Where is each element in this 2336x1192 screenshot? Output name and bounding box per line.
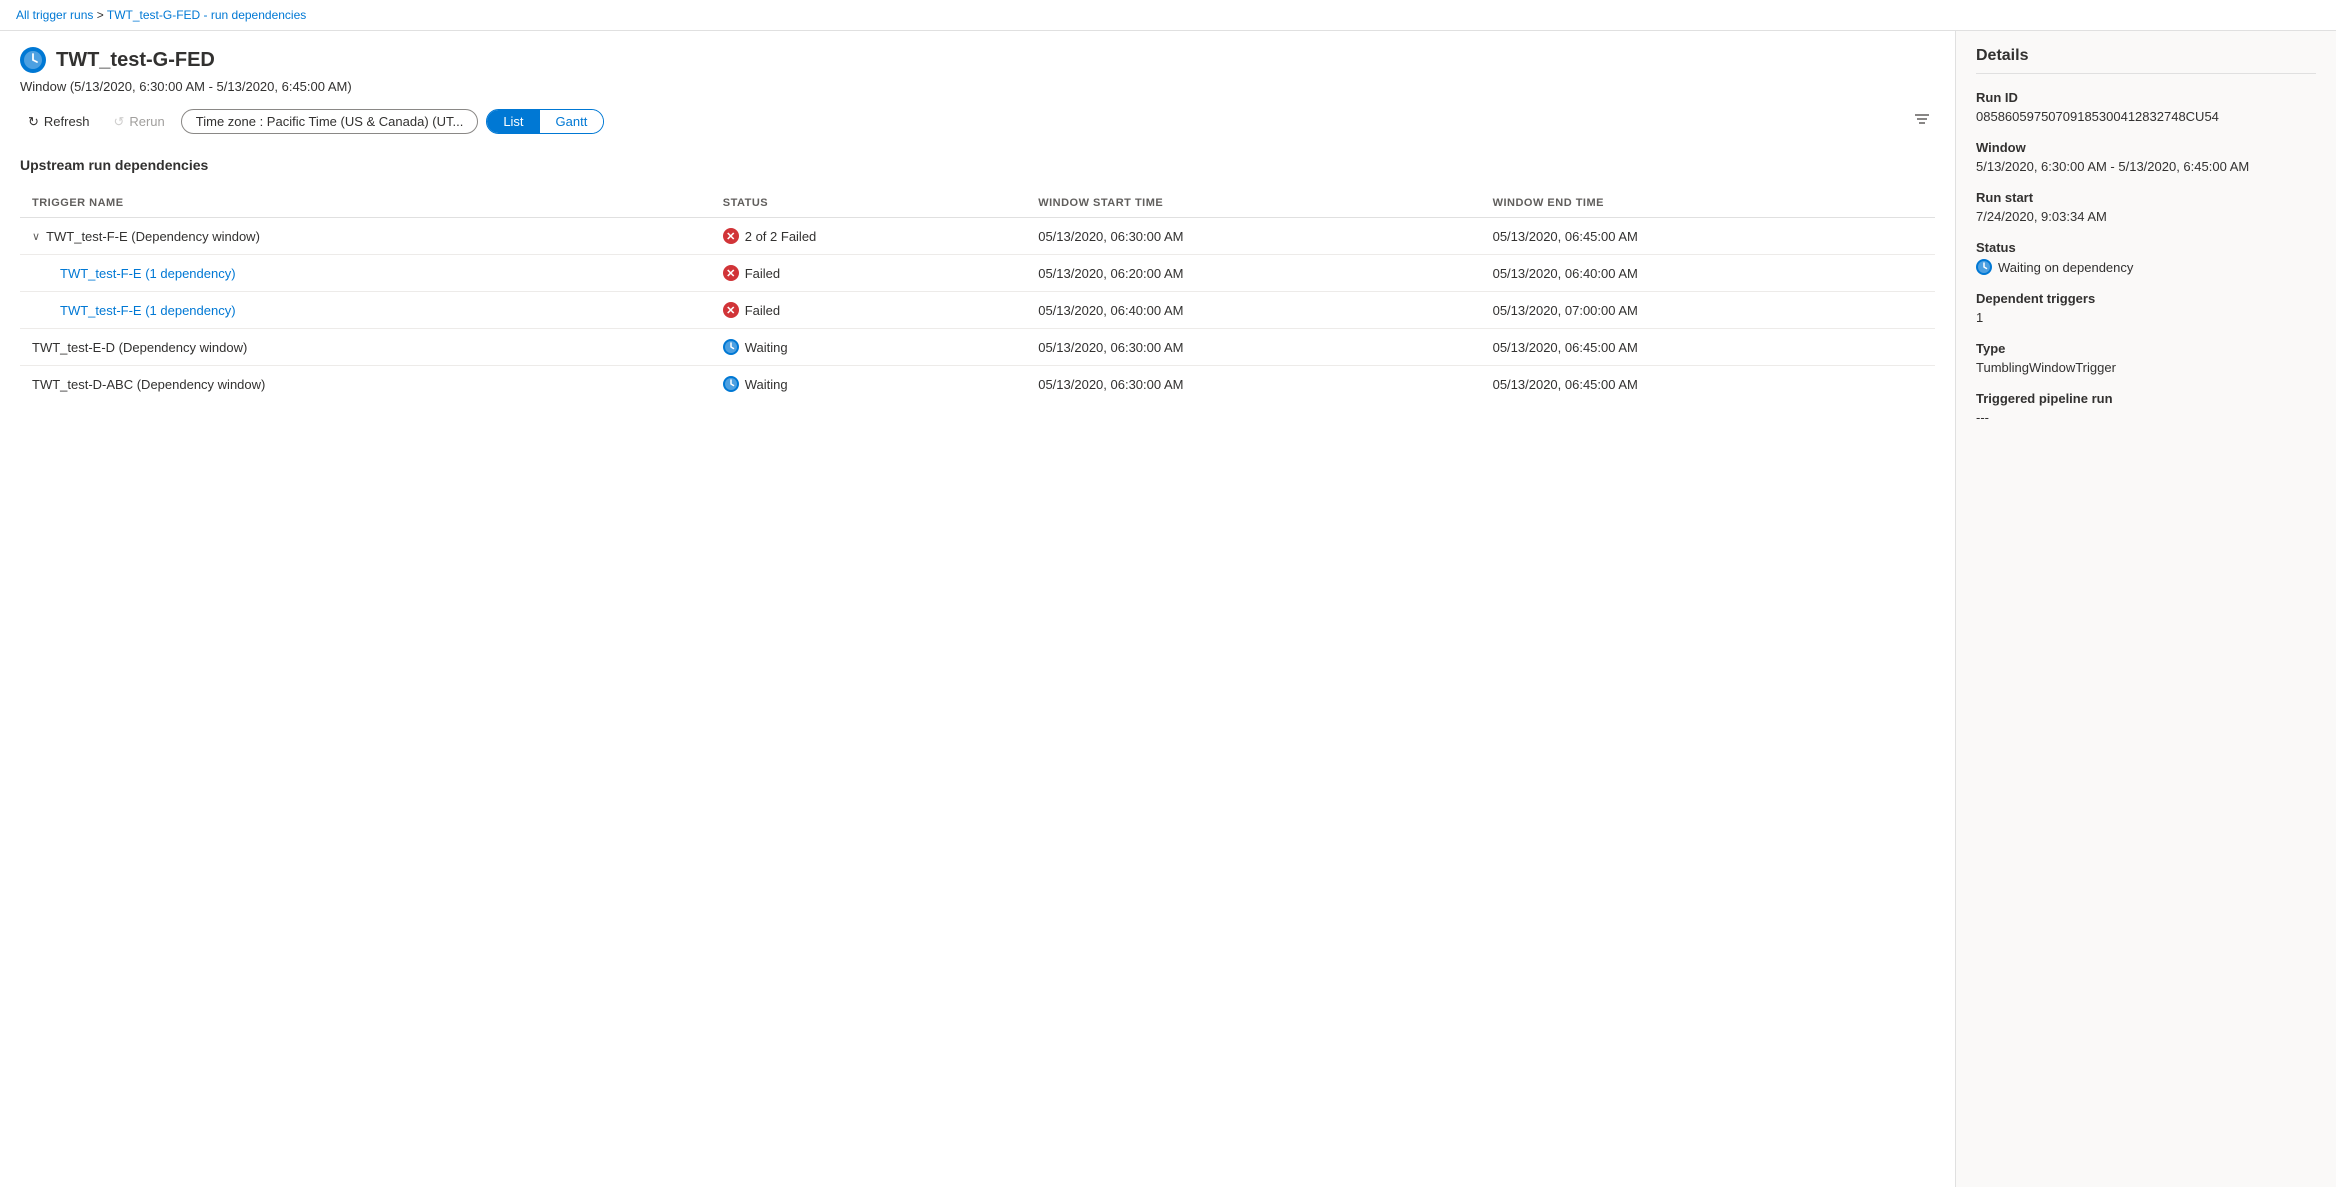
right-panel: Details Run ID 0858605975070918530041283… [1956,31,2336,1187]
filter-icon [1913,110,1931,128]
refresh-button[interactable]: ↻ Refresh [20,110,97,134]
window-end-cell: 05/13/2020, 06:45:00 AM [1481,218,1935,255]
trigger-name-link[interactable]: TWT_test-F-E (1 dependency) [60,266,236,281]
title-waiting-icon [20,47,46,73]
run-start-label: Run start [1976,190,2316,205]
breadcrumb-separator: > [97,8,104,22]
rerun-icon: ↺ [113,114,124,130]
chevron-icon[interactable]: ∨ [32,230,40,243]
breadcrumb: All trigger runs > TWT_test-G-FED - run … [0,0,2336,31]
status-cell: Waiting [711,329,1026,366]
gantt-view-button[interactable]: Gantt [540,110,604,133]
window-end-cell: 05/13/2020, 06:40:00 AM [1481,255,1935,292]
window-label: Window [1976,140,2316,155]
window-start-cell: 05/13/2020, 06:30:00 AM [1026,366,1480,403]
status-text: Failed [745,303,780,318]
type-value: TumblingWindowTrigger [1976,360,2316,375]
trigger-name-link[interactable]: TWT_test-F-E (1 dependency) [60,303,236,318]
toolbar: ↻ Refresh ↺ Rerun Time zone : Pacific Ti… [20,106,1935,137]
window-end-cell: 05/13/2020, 06:45:00 AM [1481,329,1935,366]
run-start-value: 7/24/2020, 9:03:34 AM [1976,209,2316,224]
failed-icon: ✕ [723,265,739,281]
detail-type: Type TumblingWindowTrigger [1976,341,2316,375]
window-start-cell: 05/13/2020, 06:40:00 AM [1026,292,1480,329]
table-row: TWT_test-E-D (Dependency window) Waiting 0… [20,329,1935,366]
left-panel: TWT_test-G-FED Window (5/13/2020, 6:30:0… [0,31,1956,1187]
detail-run-id: Run ID 085860597507091853004128327​48CU5… [1976,90,2316,124]
status-text: 2 of 2 Failed [745,229,817,244]
status-cell: ✕ Failed [711,255,1026,292]
main-container: TWT_test-G-FED Window (5/13/2020, 6:30:0… [0,31,2336,1187]
view-toggle: List Gantt [486,109,604,134]
rerun-button[interactable]: ↺ Rerun [105,110,172,134]
dependent-triggers-value: 1 [1976,310,2316,325]
run-id-label: Run ID [1976,90,2316,105]
status-text: Waiting [745,377,788,392]
trigger-name-cell: TWT_test-F-E (1 dependency) [20,255,711,292]
triggered-pipeline-label: Triggered pipeline run [1976,391,2316,406]
status-value-container: Waiting on dependency [1976,259,2316,275]
detail-dependent-triggers: Dependent triggers 1 [1976,291,2316,325]
dependent-triggers-label: Dependent triggers [1976,291,2316,306]
window-start-cell: 05/13/2020, 06:20:00 AM [1026,255,1480,292]
failed-icon: ✕ [723,302,739,318]
filter-button[interactable] [1909,106,1935,137]
window-value: 5/13/2020, 6:30:00 AM - 5/13/2020, 6:45:… [1976,159,2316,174]
table-row: ∨ TWT_test-F-E (Dependency window) ✕ 2 of 2… [20,218,1935,255]
failed-icon: ✕ [723,228,739,244]
table-row: TWT_test-D-ABC (Dependency window) Waitin… [20,366,1935,403]
col-trigger-name: TRIGGER NAME [20,189,711,218]
trigger-name-cell: TWT_test-F-E (1 dependency) [20,292,711,329]
detail-triggered-pipeline: Triggered pipeline run --- [1976,391,2316,425]
breadcrumb-all-runs[interactable]: All trigger runs [16,8,93,22]
table-header-row: TRIGGER NAME STATUS WINDOW START TIME WI… [20,189,1935,218]
list-view-button[interactable]: List [487,110,539,133]
trigger-name-cell: TWT_test-E-D (Dependency window) [20,329,711,366]
breadcrumb-current: TWT_test-G-FED - run dependencies [107,8,306,22]
table-row: TWT_test-F-E (1 dependency) ✕ Failed 05/13/… [20,292,1935,329]
window-end-cell: 05/13/2020, 07:00:00 AM [1481,292,1935,329]
waiting-icon [723,339,739,355]
status-cell: ✕ Failed [711,292,1026,329]
window-end-cell: 05/13/2020, 06:45:00 AM [1481,366,1935,403]
triggered-pipeline-value: --- [1976,410,2316,425]
trigger-name-cell: ∨ TWT_test-F-E (Dependency window) [20,218,711,255]
timezone-button[interactable]: Time zone : Pacific Time (US & Canada) (… [181,109,479,134]
trigger-name-text: TWT_test-E-D (Dependency window) [32,340,247,355]
status-value: Waiting on dependency [1998,260,2133,275]
type-label: Type [1976,341,2316,356]
col-window-start: WINDOW START TIME [1026,189,1480,218]
details-title: Details [1976,47,2316,74]
refresh-icon: ↻ [28,114,39,130]
window-start-cell: 05/13/2020, 06:30:00 AM [1026,218,1480,255]
page-header: TWT_test-G-FED [20,47,1935,73]
page-title: TWT_test-G-FED [56,49,215,72]
detail-window: Window 5/13/2020, 6:30:00 AM - 5/13/2020… [1976,140,2316,174]
status-label: Status [1976,240,2316,255]
trigger-name-cell: TWT_test-D-ABC (Dependency window) [20,366,711,403]
window-start-cell: 05/13/2020, 06:30:00 AM [1026,329,1480,366]
run-id-value: 085860597507091853004128327​48CU54 [1976,109,2316,124]
trigger-name-text: TWT_test-D-ABC (Dependency window) [32,377,265,392]
window-info: Window (5/13/2020, 6:30:00 AM - 5/13/202… [20,79,1935,94]
col-window-end: WINDOW END TIME [1481,189,1935,218]
status-cell: Waiting [711,366,1026,403]
detail-run-start: Run start 7/24/2020, 9:03:34 AM [1976,190,2316,224]
section-title: Upstream run dependencies [20,157,1935,173]
status-text: Waiting [745,340,788,355]
detail-status: Status Waiting on dependency [1976,240,2316,275]
waiting-icon [723,376,739,392]
table-row: TWT_test-F-E (1 dependency) ✕ Failed 05/13/… [20,255,1935,292]
trigger-name-text: TWT_test-F-E (Dependency window) [46,229,260,244]
dependencies-table: TRIGGER NAME STATUS WINDOW START TIME WI… [20,189,1935,402]
status-waiting-icon [1976,259,1992,275]
status-text: Failed [745,266,780,281]
status-cell: ✕ 2 of 2 Failed [711,218,1026,255]
col-status: STATUS [711,189,1026,218]
